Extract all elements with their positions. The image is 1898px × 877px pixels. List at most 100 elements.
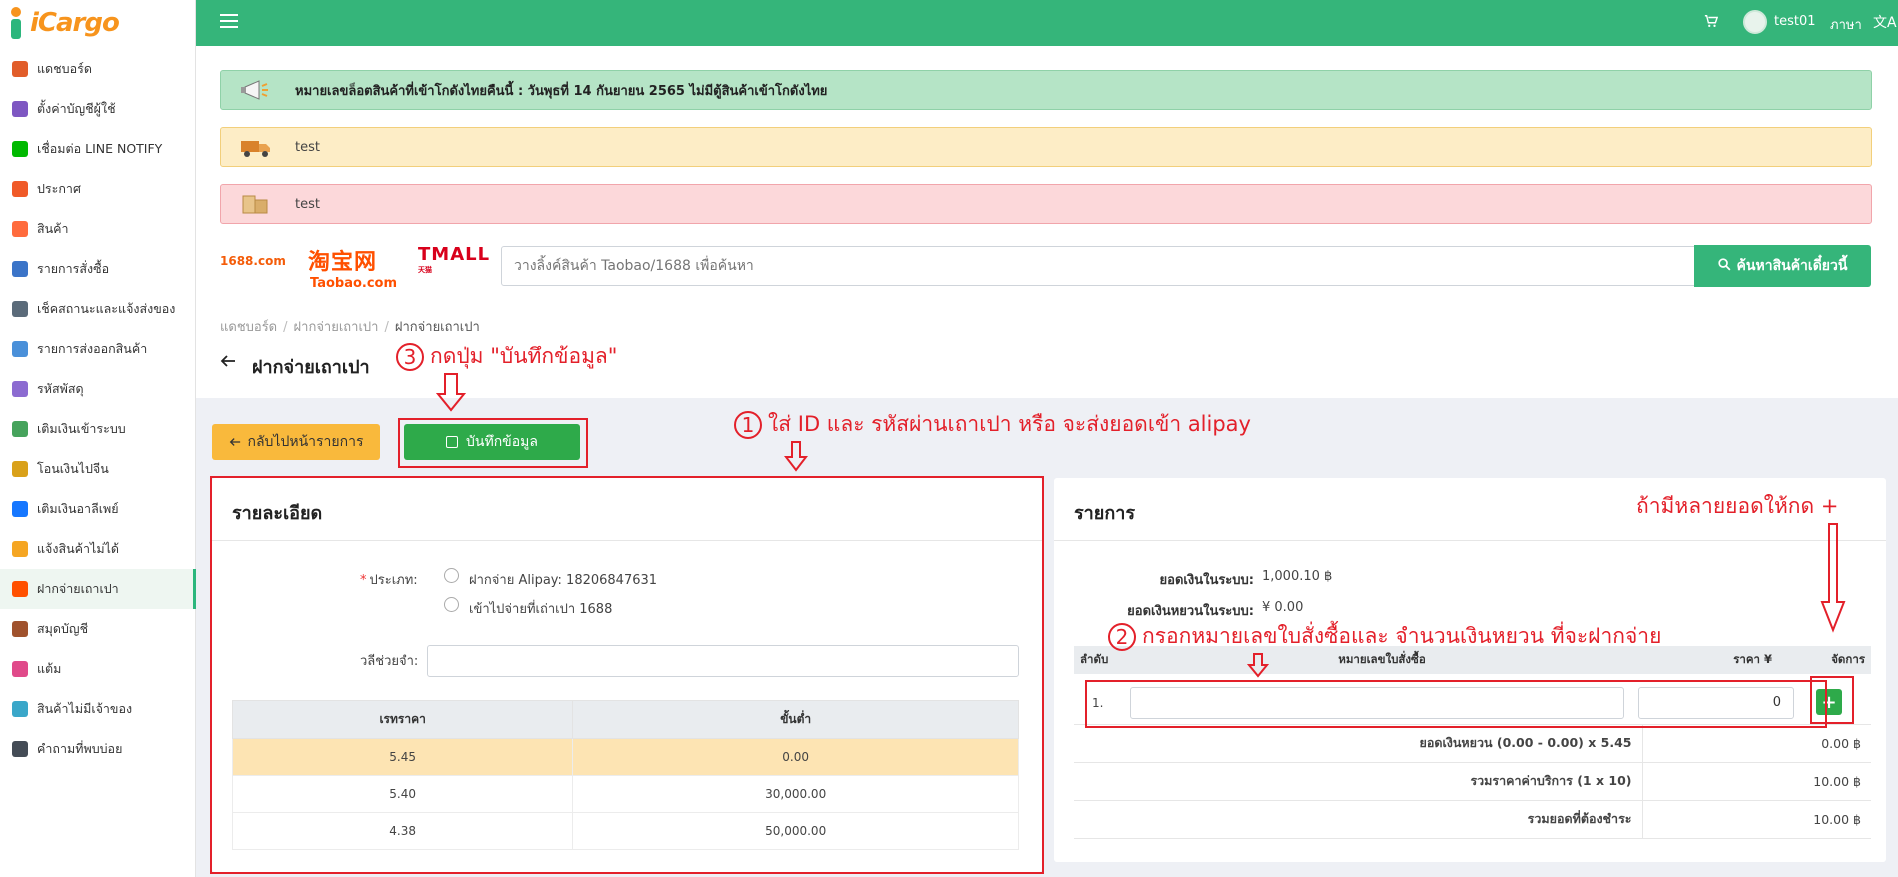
logo-taobao[interactable]: 淘宝网 Taobao.com (308, 244, 397, 291)
sidebar-item[interactable]: คำถามที่พบบ่อย (0, 729, 195, 769)
back-arrow-icon[interactable] (220, 352, 236, 373)
info-banner-red-text: test (295, 196, 320, 212)
sidebar-item[interactable]: ฝากจ่ายเถาเปา (0, 569, 196, 609)
taobao-cn-text: 淘宝网 (308, 250, 378, 275)
faq-icon (12, 741, 28, 757)
sidebar-item-label: รายการส่งออกสินค้า (37, 341, 148, 356)
logo-text: iCargo (30, 8, 120, 38)
card-divider (1054, 540, 1886, 541)
logo-tmall[interactable]: TMALL 天猫 (418, 244, 490, 275)
sidebar-item[interactable]: รายการส่งออกสินค้า (0, 329, 195, 369)
rate-cell: 5.40 (231, 775, 574, 813)
rate-row: 4.38 50,000.00 (231, 812, 1019, 850)
details-card: รายละเอียด * ประเภท: ฝากจ่าย Alipay: 1820… (212, 478, 1042, 872)
chart-icon (12, 61, 28, 77)
rate-table: เรทราคา ขั้นต่ำ 5.45 0.00 5.40 30,000.00 4… (231, 700, 1019, 850)
summary-value: 0.00 ฿ (1642, 723, 1871, 763)
sidebar-item[interactable]: เช็คสถานะและแจ้งส่งของ (0, 289, 195, 329)
breadcrumb-item[interactable]: แดชบอร์ด (220, 320, 277, 335)
app-logo[interactable]: iCargo (0, 0, 195, 46)
arrow-down-icon (784, 441, 808, 472)
col-price: ราคา ¥ (1642, 646, 1802, 674)
sidebar-item[interactable]: สินค้าไม่มีเจ้าของ (0, 689, 195, 729)
sidebar-item-label: แต้ม (37, 661, 62, 676)
step-3-text: กดปุ่ม "บันทึกข้อมูล" (430, 344, 618, 368)
megaphone-icon (239, 78, 273, 102)
note-label: วลีช่วยจำ: (360, 654, 419, 669)
items-card: รายการ ยอดเงินในระบบ: 1,000.10 ฿ ยอดเงิน… (1054, 478, 1886, 862)
add-row-button[interactable]: + (1816, 689, 1842, 715)
order-icon (12, 261, 28, 277)
min-cell: 0.00 (572, 738, 1019, 776)
menu-toggle-icon[interactable] (220, 14, 238, 30)
sidebar-item[interactable]: แดชบอร์ด (0, 49, 195, 89)
marketplace-logos: 1688.com 淘宝网 Taobao.com TMALL 天猫 (220, 242, 490, 291)
sidebar-item[interactable]: เชื่อมต่อ LINE NOTIFY (0, 129, 195, 169)
type-label-text: ประเภท: (369, 573, 418, 588)
note-input[interactable] (427, 645, 1019, 677)
search-now-button[interactable]: ค้นหาสินค้าเดี๋ยวนี้ (1694, 245, 1871, 287)
taobao-en-text: Taobao.com (310, 276, 398, 291)
sidebar-item[interactable]: โอนเงินไปจีน (0, 449, 195, 489)
step-1-text: ใส่ ID และ รหัสผ่านเถาเปา หรือ จะส่งยอดเ… (768, 412, 1251, 436)
sidebar-item[interactable]: เติมเงินอาลีเพย์ (0, 489, 195, 529)
sidebar-item[interactable]: เติมเงินเข้าระบบ (0, 409, 195, 449)
search-icon (1717, 257, 1731, 275)
summary-label: รวมราคาค่าบริการ (1 x 10) (1074, 761, 1643, 801)
sidebar-item-label: โอนเงินไปจีน (37, 461, 109, 476)
summary-value: 10.00 ฿ (1642, 799, 1871, 839)
logo-1688[interactable]: 1688.com (220, 254, 286, 268)
sidebar-nav: แดชบอร์ดตั้งค่าบัญชีผู้ใช้เชื่อมต่อ LINE… (0, 49, 196, 769)
sidebar-item[interactable]: รหัสพัสดุ (0, 369, 195, 409)
step-2-number: 2 (1108, 623, 1136, 651)
rate-cell: 4.38 (231, 812, 574, 850)
translate-icon[interactable]: 文A (1873, 12, 1897, 32)
sidebar-item-label: ตั้งค่าบัญชีผู้ใช้ (37, 101, 116, 116)
radio-1688[interactable] (444, 597, 459, 612)
sidebar-item-label: แดชบอร์ด (37, 61, 92, 76)
language-selector[interactable]: ภาษา (1830, 14, 1862, 35)
sidebar-item[interactable]: สินค้า (0, 209, 195, 249)
sidebar-item[interactable]: แจ้งสินค้าไม่ได้ (0, 529, 195, 569)
boxes-icon (239, 192, 273, 216)
tmall-sub-text: 天猫 (418, 266, 432, 274)
rate-header: เรทราคา (231, 700, 574, 739)
sidebar-item[interactable]: สมุดบัญชี (0, 609, 195, 649)
cart-icon[interactable] (1704, 14, 1719, 32)
status-icon (12, 301, 28, 317)
save-button[interactable]: บันทึกข้อมูล (404, 424, 580, 460)
sidebar-item-label: เติมเงินอาลีเพย์ (37, 501, 119, 516)
megaphone-icon (12, 181, 28, 197)
col-action: จัดการ (1802, 646, 1871, 674)
lot-notice-banner: หมายเลขล็อตสินค้าที่เข้าโกดังไทยคืนนี้ :… (220, 70, 1872, 110)
page-title: ฝากจ่ายเถาเปา (252, 357, 370, 378)
sidebar-item[interactable]: รายการสั่งซื้อ (0, 249, 195, 289)
product-link-search-input[interactable] (501, 246, 1695, 286)
card-divider (212, 540, 1042, 541)
items-table: ลำดับ หมายเลขใบสั่งซื้อ ราคา ¥ จัดการ ยอ… (1074, 646, 1871, 839)
price-yuan-input[interactable]: 0 (1638, 687, 1794, 719)
summary-label: รวมยอดที่ต้องชำระ (1074, 799, 1643, 839)
save-button-label: บันทึกข้อมูล (466, 434, 538, 450)
summary-value: 10.00 ฿ (1642, 761, 1871, 801)
sidebar-item[interactable]: แต้ม (0, 649, 195, 689)
sidebar-item[interactable]: ตั้งค่าบัญชีผู้ใช้ (0, 89, 195, 129)
radio-1688-label[interactable]: เข้าไปจ่ายที่เถ่าเปา 1688 (469, 598, 612, 619)
balance-label: ยอดเงินในระบบ: (1159, 573, 1254, 588)
arrow-down-icon (1247, 653, 1269, 678)
info-banner-yellow: test (220, 127, 1872, 167)
user-avatar[interactable] (1743, 10, 1767, 34)
book-icon (12, 621, 28, 637)
sidebar-item-label: เติมเงินเข้าระบบ (37, 421, 126, 436)
radio-alipay[interactable] (444, 568, 459, 583)
sidebar-item-label: สินค้า (37, 221, 69, 236)
order-number-input[interactable] (1130, 687, 1624, 719)
sidebar-item[interactable]: ประกาศ (0, 169, 195, 209)
radio-alipay-label[interactable]: ฝากจ่าย Alipay: 18206847631 (469, 569, 657, 590)
username[interactable]: test01 (1774, 14, 1816, 29)
breadcrumb-item[interactable]: ฝากจ่ายเถาเปา (294, 320, 379, 335)
info-banner-red: test (220, 184, 1872, 224)
sidebar-item-label: เชื่อมต่อ LINE NOTIFY (37, 141, 163, 156)
back-to-list-button[interactable]: กลับไปหน้ารายการ (212, 424, 380, 460)
details-card-title: รายละเอียด (232, 503, 323, 524)
